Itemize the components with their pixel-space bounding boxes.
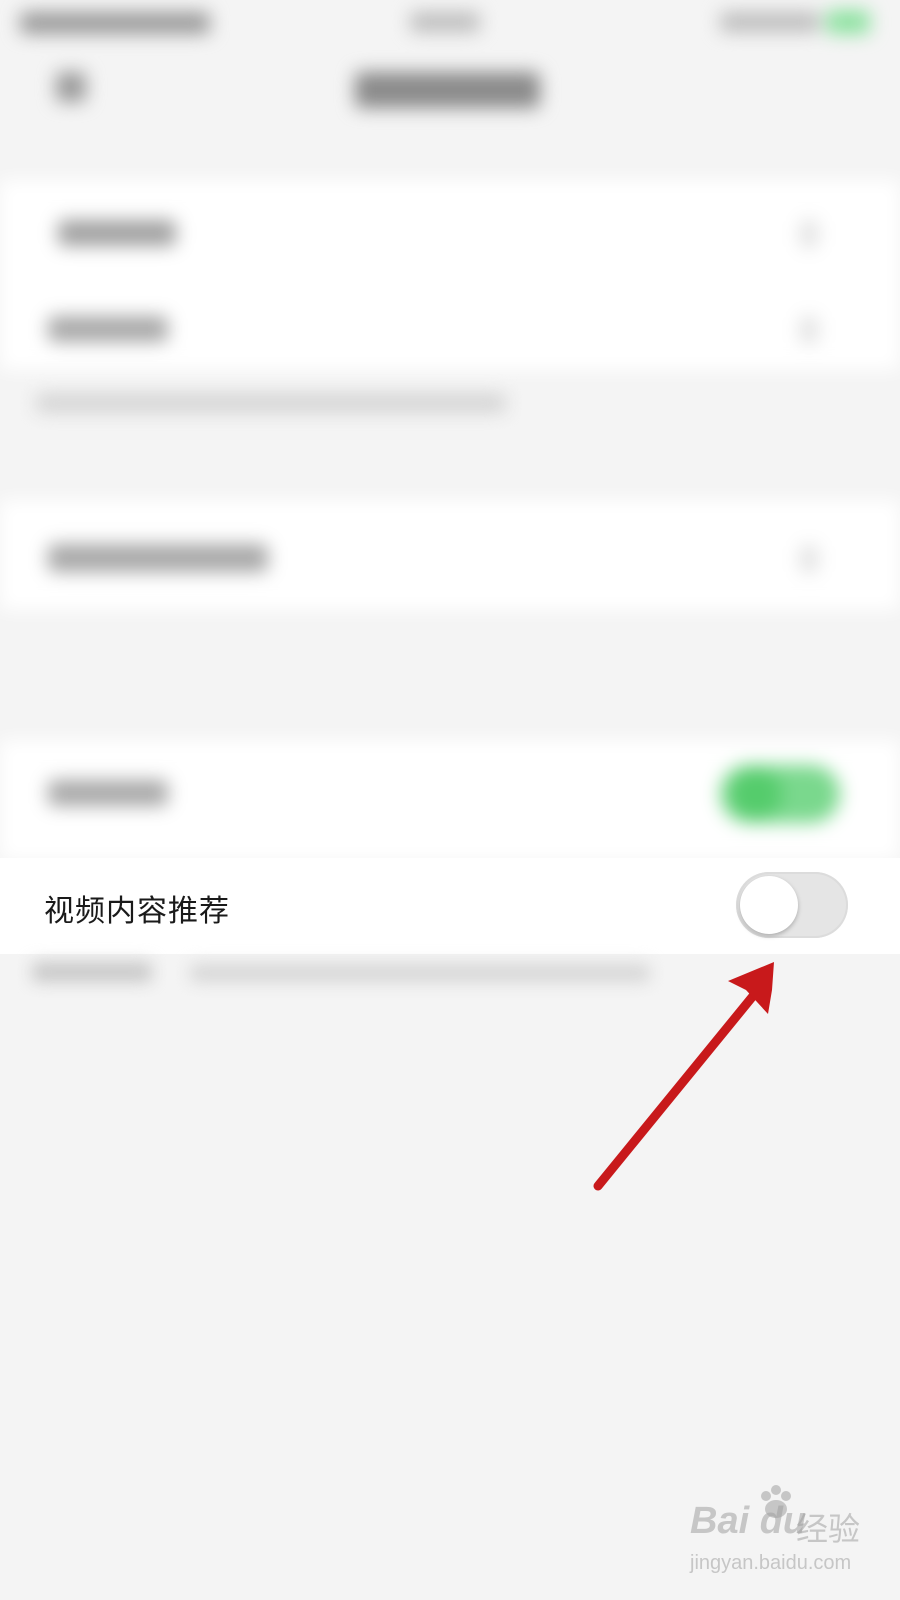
settings-item-1 <box>58 220 176 246</box>
red-arrow-annotation-icon <box>593 962 774 1191</box>
watermark: Bai du 经验 jingyan.baidu.com <box>690 1485 890 1590</box>
settings-item-4 <box>48 780 168 806</box>
watermark-logo: Bai du <box>690 1500 807 1542</box>
watermark-logo-cn: 经验 <box>796 1510 861 1548</box>
footnote-line <box>32 962 152 982</box>
chevron-right-icon <box>800 316 818 344</box>
status-bar-right <box>720 12 820 32</box>
settings-item-2 <box>48 316 168 342</box>
video-recommend-label: 视频内容推荐 <box>44 894 230 929</box>
video-recommend-toggle[interactable] <box>736 872 848 938</box>
chevron-right-icon <box>800 220 818 248</box>
toggle-knob <box>730 768 782 820</box>
watermark-url: jingyan.baidu.com <box>690 1552 852 1574</box>
settings-card-1 <box>0 180 900 370</box>
settings-card-2 <box>0 500 900 610</box>
settings-card-3 <box>0 740 900 860</box>
blurred-background <box>0 0 900 860</box>
status-bar-left <box>20 12 210 34</box>
blurred-footnote <box>0 954 900 1034</box>
toggle-on[interactable] <box>720 765 840 823</box>
settings-item-3 <box>48 544 268 572</box>
status-bar-center <box>410 12 480 32</box>
page-title <box>355 72 540 108</box>
footnote-line <box>190 964 650 982</box>
settings-row-video-recommend: 视频内容推荐 <box>0 858 900 954</box>
settings-hint <box>36 394 506 412</box>
toggle-knob <box>740 876 798 934</box>
back-arrow-icon[interactable] <box>56 72 86 102</box>
battery-icon <box>826 10 870 34</box>
chevron-right-icon <box>800 545 818 573</box>
